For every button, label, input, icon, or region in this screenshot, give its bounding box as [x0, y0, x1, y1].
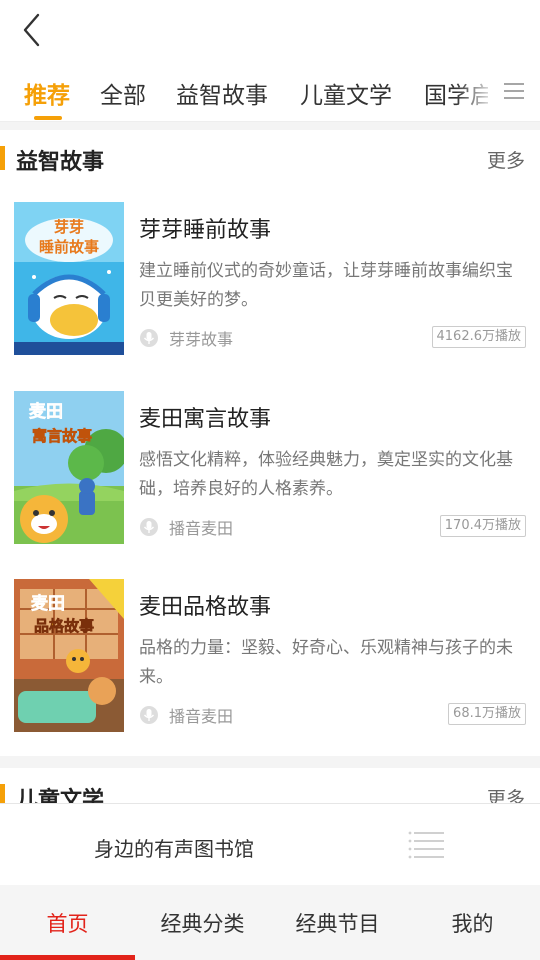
- section-title: 益智故事: [16, 150, 105, 175]
- book-description: 建立睡前仪式的奇妙童话，让芽芽睡前故事编织宝贝更美好的梦。: [139, 261, 513, 310]
- book-cover[interactable]: 麦田 品格故事: [14, 579, 124, 732]
- microphone-icon: [140, 706, 158, 724]
- mini-player[interactable]: 身边的有声图书馆: [0, 803, 540, 885]
- player-title: 身边的有声图书馆: [94, 837, 254, 861]
- cover-title-line1: 麦田: [29, 401, 63, 422]
- microphone-icon: [140, 329, 158, 347]
- tab-recommend[interactable]: 推荐: [24, 76, 70, 110]
- tab-puzzle-stories[interactable]: 益智故事: [176, 76, 268, 110]
- tab-all[interactable]: 全部: [100, 76, 146, 110]
- app-root: 推荐 全部 益智故事 儿童文学 国学启 益智故事 更多 芽芽: [0, 0, 540, 960]
- chevron-left-icon[interactable]: [14, 10, 54, 50]
- list-item-book[interactable]: 芽芽 睡前故事 芽芽睡前故事 建立睡前仪式的奇妙童话，让芽芽睡前故事编织宝贝更美…: [0, 202, 540, 356]
- category-tabs: 推荐 全部 益智故事 儿童文学 国学启: [0, 60, 540, 122]
- more-link[interactable]: 更多: [487, 146, 525, 173]
- play-count-badge: 170.4万播放: [439, 515, 526, 537]
- nav-active-indicator: [0, 955, 135, 960]
- cover-title-line2: 品格故事: [34, 617, 94, 635]
- nav-home[interactable]: 首页: [0, 885, 135, 960]
- tab-children-literature[interactable]: 儿童文学: [300, 76, 392, 110]
- nav-programs[interactable]: 经典节目: [270, 885, 405, 960]
- book-author: 播音麦田: [139, 703, 233, 727]
- nav-categories[interactable]: 经典分类: [135, 885, 270, 960]
- playlist-icon[interactable]: [406, 826, 448, 866]
- book-cover[interactable]: 麦田 寓言故事: [14, 391, 124, 544]
- book-title[interactable]: 麦田寓言故事: [139, 401, 271, 433]
- cover-title-line1: 麦田: [31, 593, 65, 614]
- book-author: 播音麦田: [139, 515, 233, 539]
- book-description: 品格的力量：坚毅、好奇心、乐观精神与孩子的未来。: [139, 638, 513, 687]
- section-puzzle-stories: 益智故事 更多 芽芽 睡前故事 芽芽睡前故事 建立睡前仪式的奇妙童话，让芽芽睡前…: [0, 130, 540, 756]
- play-count-badge: 4162.6万播放: [431, 326, 526, 348]
- author-name: 播音麦田: [169, 519, 234, 538]
- hamburger-menu-icon[interactable]: [488, 60, 540, 121]
- author-name: 播音麦田: [169, 707, 234, 726]
- active-tab-indicator: [34, 116, 62, 120]
- nav-mine[interactable]: 我的: [405, 885, 540, 960]
- header: [0, 0, 540, 60]
- book-description: 感悟文化精粹，体验经典魅力，奠定坚实的文化基础，培养良好的人格素养。: [139, 450, 513, 499]
- book-cover[interactable]: 芽芽 睡前故事: [14, 202, 124, 355]
- cover-title-line2: 寓言故事: [32, 427, 92, 445]
- bottom-nav: 首页 经典分类 经典节目 我的: [0, 885, 540, 960]
- list-item-book[interactable]: 麦田 品格故事 麦田品格故事 品格的力量：坚毅、好奇心、乐观精神与孩子的未来。: [0, 579, 540, 733]
- book-title[interactable]: 麦田品格故事: [139, 589, 271, 621]
- cover-title-line1: 芽芽: [54, 218, 84, 236]
- section-accent-bar: [0, 146, 5, 170]
- cover-title-line2: 睡前故事: [39, 238, 99, 256]
- book-title[interactable]: 芽芽睡前故事: [139, 212, 271, 244]
- book-author: 芽芽故事: [139, 326, 233, 350]
- list-item-book[interactable]: 麦田 寓言故事 麦田寓言故事 感悟文化精粹，体验经典魅力，奠定坚实的文化基础，培…: [0, 391, 540, 545]
- play-count-badge: 68.1万播放: [448, 703, 526, 725]
- author-name: 芽芽故事: [169, 330, 234, 349]
- microphone-icon: [140, 518, 158, 536]
